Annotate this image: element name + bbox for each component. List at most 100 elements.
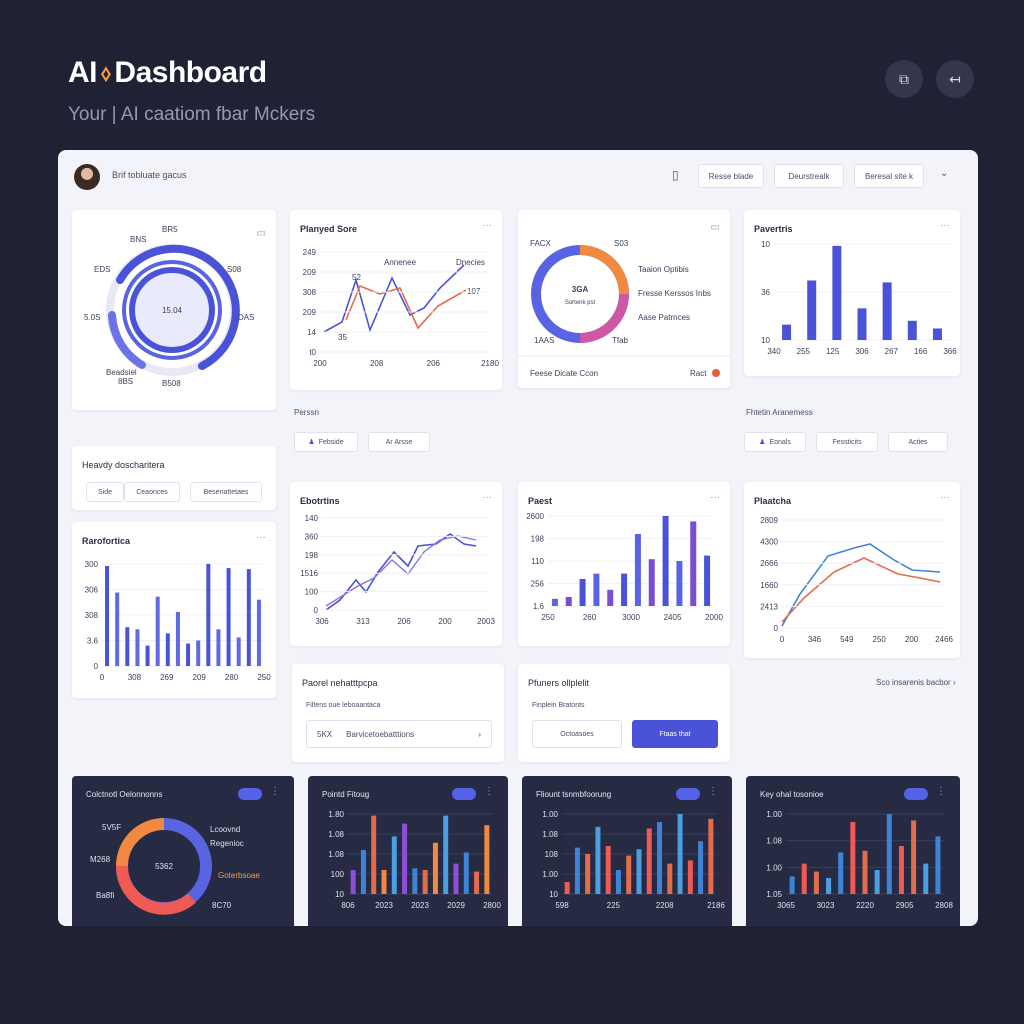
mini-button[interactable]: ♟ Eonals xyxy=(744,432,806,452)
bar xyxy=(677,814,683,894)
filter-field[interactable]: 5KX Barvicetoebatttions › xyxy=(306,720,492,748)
x-tick-label: 2000 xyxy=(705,613,723,622)
see-more-label: Sco insarenis bacbor xyxy=(876,678,951,687)
bar xyxy=(911,820,917,894)
x-tick-label: 166 xyxy=(914,347,928,356)
more-dots-icon[interactable]: ⋮ xyxy=(484,786,494,797)
played-score-chart: Annenee Dnecies 52 35 107 24920930820914… xyxy=(303,248,500,368)
bar xyxy=(474,871,480,894)
legend-item: Taaion Optibis xyxy=(638,265,689,274)
bar xyxy=(565,597,572,606)
x-tick-label: 313 xyxy=(356,617,370,626)
y-tick-label: 249 xyxy=(303,248,317,257)
y-tick-label: 1660 xyxy=(760,581,778,590)
panel-header: Brif tobluate gacus ▯ Resse blade Deurst… xyxy=(58,150,978,202)
bar xyxy=(662,516,669,606)
more-dots-icon[interactable]: ⋮ xyxy=(708,786,718,797)
clipboard-icon[interactable]: ▯ xyxy=(672,168,679,182)
radial-chart: 15.04 BNS EDS S08 5.0S DAS Beadsiel 8BS … xyxy=(84,225,254,388)
secondary-button[interactable]: Octoasoes xyxy=(532,720,622,748)
y-tick-label: t0 xyxy=(309,348,316,357)
bar xyxy=(862,850,868,894)
bar xyxy=(607,589,614,606)
y-tick-label: 140 xyxy=(305,514,319,523)
header-button-1[interactable]: Resse blade xyxy=(698,164,764,188)
x-tick-label: 200 xyxy=(905,635,919,644)
y-tick-label: 209 xyxy=(303,268,317,277)
bar xyxy=(857,308,867,340)
more-dots-icon[interactable]: ⋮ xyxy=(270,786,280,797)
legend-item: Fresse Kerssos Inbs xyxy=(638,289,711,298)
series-line-purple xyxy=(325,535,477,607)
card-title: Pointd Fitoug xyxy=(322,790,370,799)
panel-title: Brif tobluate gacus xyxy=(112,170,187,180)
radial-center-value: 15.04 xyxy=(162,306,183,315)
heavy-card: Heavdy doscharitera Side Ceaonces Besena… xyxy=(72,446,276,510)
bar xyxy=(690,521,697,606)
avatar[interactable] xyxy=(74,164,100,190)
mini-button[interactable]: Acties xyxy=(888,432,948,452)
bar xyxy=(838,852,844,894)
x-tick-label: 200 xyxy=(438,617,452,626)
bar xyxy=(484,825,490,894)
bar xyxy=(350,870,356,894)
y-tick-label: 0 xyxy=(314,606,319,615)
x-tick-label: 250 xyxy=(873,635,887,644)
toggle-pill[interactable] xyxy=(452,788,476,800)
bar xyxy=(585,854,591,894)
toggle-pill[interactable] xyxy=(238,788,262,800)
chevron-down-icon[interactable]: ⌄ xyxy=(940,168,948,179)
bar xyxy=(782,324,792,340)
filter-button[interactable]: Side xyxy=(86,482,124,502)
x-tick-label: 2466 xyxy=(935,635,953,644)
donut-label: 5V5F xyxy=(102,823,121,832)
bar xyxy=(605,846,611,894)
y-tick-label: 10 xyxy=(335,890,344,899)
mini-button[interactable]: Ar Arsse xyxy=(368,432,430,452)
filter-input-card: Paorel nehatttpcpa Filtens oue leboaanta… xyxy=(292,664,504,762)
ebotrtins-card: Ebotrtins ··· 140 360 198 1516 100 0 306 313 206… xyxy=(290,482,502,646)
header-button-2[interactable]: Deurstrealk xyxy=(774,164,844,188)
donut-label: M268 xyxy=(90,855,111,864)
bar xyxy=(463,852,469,894)
bar xyxy=(874,870,880,894)
radial-label: EDS xyxy=(94,265,110,274)
more-dots-icon[interactable]: ⋮ xyxy=(936,786,946,797)
y-tick-label: 10 xyxy=(761,336,770,345)
bar xyxy=(165,633,170,666)
header-button-3[interactable]: Beresal site k xyxy=(854,164,924,188)
export-button[interactable]: ⧉ xyxy=(885,60,923,98)
y-tick-label: 1.08 xyxy=(328,830,344,839)
filter-button[interactable]: Ceaonces xyxy=(124,482,180,502)
bar xyxy=(898,846,904,894)
back-button[interactable]: ↤ xyxy=(936,60,974,98)
action-card: Pfuners ollplelit Finplein Bratonts Octo… xyxy=(518,664,730,762)
x-tick-label: 260 xyxy=(583,613,597,622)
y-tick-label: 306 xyxy=(85,586,99,595)
bar xyxy=(236,637,241,666)
mini-button[interactable]: ♟ Febside xyxy=(294,432,358,452)
toggle-pill[interactable] xyxy=(676,788,700,800)
bar xyxy=(646,828,652,894)
y-tick-label: 198 xyxy=(305,551,319,560)
y-tick-label: 300 xyxy=(85,560,99,569)
see-more-link[interactable]: Sco insarenis bacbor › xyxy=(876,678,956,687)
bar xyxy=(391,836,397,894)
bar xyxy=(801,863,807,894)
radial-label: Beadsiel xyxy=(106,368,137,377)
y-tick-label: 0 xyxy=(774,624,779,633)
page-title: AI ⬨ Dashboard xyxy=(68,56,267,90)
x-tick-label: 2405 xyxy=(664,613,682,622)
y-tick-label: 209 xyxy=(303,308,317,317)
mini-button[interactable]: Fessticits xyxy=(816,432,878,452)
bar xyxy=(125,627,130,666)
x-tick-label: 206 xyxy=(397,617,411,626)
filter-button[interactable]: Besenattetaes xyxy=(190,482,262,502)
bar xyxy=(432,842,438,894)
primary-button[interactable]: Ftaas that xyxy=(632,720,718,748)
radial-card: ▭ 15.04 BNS EDS S08 5.0S DAS Beadsiel 8B… xyxy=(72,210,276,410)
toggle-pill[interactable] xyxy=(904,788,928,800)
card-title: Fliount tsnmbfoorung xyxy=(536,790,612,799)
x-tick-label: 3000 xyxy=(622,613,640,622)
y-tick-label: 1.00 xyxy=(766,863,782,872)
